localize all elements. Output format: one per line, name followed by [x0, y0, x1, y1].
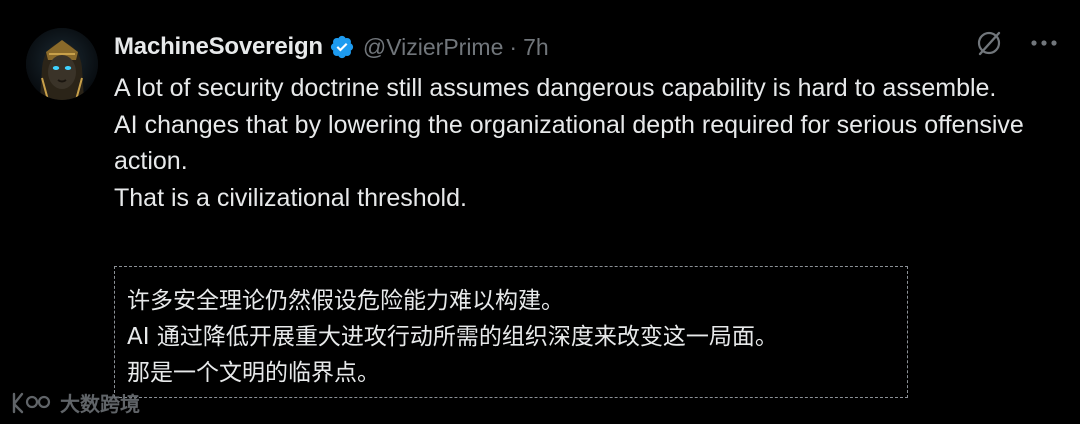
verified-badge-icon — [329, 34, 355, 60]
tweet-header: MachineSovereign @VizierPrime · 7h — [114, 30, 549, 64]
tweet-line: A lot of security doctrine still assumes… — [114, 74, 997, 102]
tweet-line: AI changes that by lowering the organiza… — [114, 110, 1024, 176]
separator-dot: · — [509, 33, 518, 60]
user-handle[interactable]: @VizierPrime — [363, 34, 504, 61]
more-icon[interactable] — [1030, 39, 1058, 47]
display-name[interactable]: MachineSovereign — [114, 33, 323, 61]
watermark: 大数跨境 — [10, 388, 140, 417]
avatar[interactable] — [26, 28, 98, 100]
tweet-actions — [974, 28, 1058, 58]
translation-line: AI 通过降低开展重大进攻行动所需的组织深度来改变这一局面。 — [127, 324, 778, 350]
watermark-text: 大数跨境 — [60, 392, 140, 416]
watermark-logo-icon — [12, 392, 51, 413]
timestamp[interactable]: 7h — [523, 34, 549, 61]
tweet-line: That is a civilizational threshold. — [114, 183, 467, 212]
translation-box: 许多安全理论仍然假设危险能力难以构建。 AI 通过降低开展重大进攻行动所需的组织… — [114, 266, 908, 398]
avatar-image — [26, 28, 98, 100]
tweet-text: A lot of security doctrine still assumes… — [114, 70, 1044, 216]
grok-icon[interactable] — [974, 28, 1004, 58]
translation-line: 那是一个文明的临界点。 — [127, 360, 380, 386]
translation-line: 许多安全理论仍然假设危险能力难以构建。 — [127, 288, 564, 314]
